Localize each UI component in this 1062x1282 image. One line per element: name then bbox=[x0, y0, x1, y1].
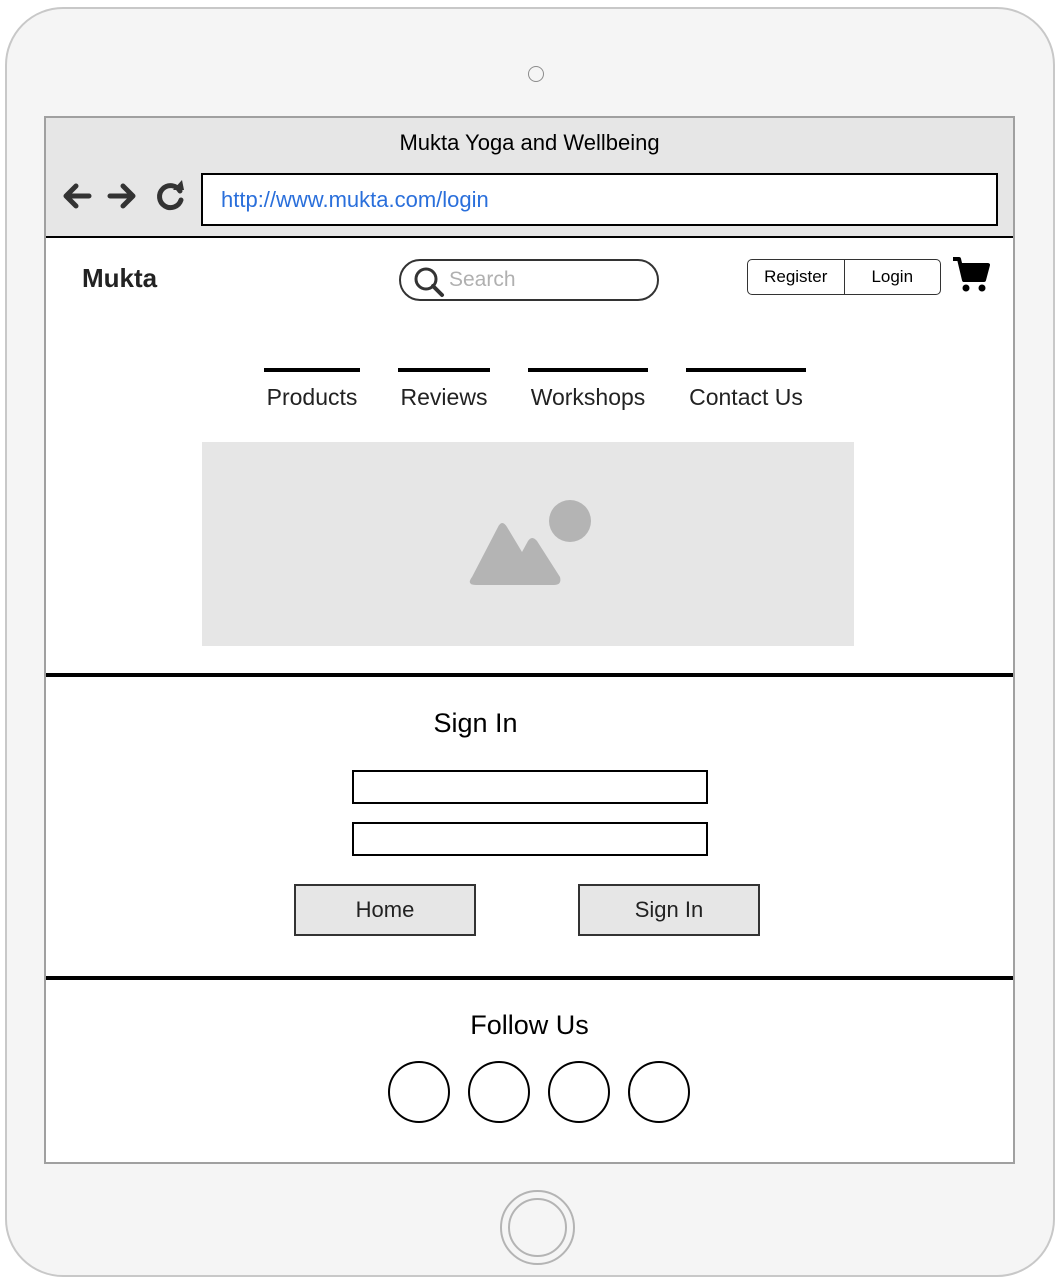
sign-in-button[interactable]: Sign In bbox=[578, 884, 760, 936]
social-link-4[interactable] bbox=[628, 1061, 690, 1123]
main-nav: Products Reviews Workshops Contact Us bbox=[46, 368, 1013, 418]
address-bar[interactable]: http://www.mukta.com/login bbox=[201, 173, 998, 226]
search-input[interactable] bbox=[449, 267, 644, 293]
brand-logo[interactable]: Mukta bbox=[82, 263, 157, 294]
tab-workshops[interactable]: Workshops bbox=[528, 368, 648, 411]
search-bar[interactable] bbox=[399, 259, 659, 301]
forward-arrow-icon[interactable] bbox=[105, 178, 141, 214]
back-arrow-icon[interactable] bbox=[58, 178, 94, 214]
signin-title: Sign In bbox=[433, 708, 518, 738]
search-icon bbox=[414, 267, 444, 297]
image-placeholder-icon bbox=[469, 500, 591, 585]
register-button[interactable]: Register bbox=[748, 260, 844, 294]
auth-button-group: Register Login bbox=[747, 259, 941, 295]
social-link-2[interactable] bbox=[468, 1061, 530, 1123]
tab-reviews[interactable]: Reviews bbox=[398, 368, 490, 411]
tab-products[interactable]: Products bbox=[264, 368, 360, 411]
hero-image-placeholder bbox=[202, 442, 854, 646]
social-link-1[interactable] bbox=[388, 1061, 450, 1123]
section-divider bbox=[46, 976, 1013, 980]
browser-chrome: Mukta Yoga and Wellbeing http://www.mukt… bbox=[46, 118, 1013, 238]
window-title: Mukta Yoga and Wellbeing bbox=[399, 130, 660, 155]
browser-window: Mukta Yoga and Wellbeing http://www.mukt… bbox=[44, 116, 1015, 1164]
home-hardware-button[interactable] bbox=[500, 1190, 575, 1265]
follow-us-title: Follow Us bbox=[470, 1010, 589, 1040]
section-divider bbox=[46, 673, 1013, 677]
camera-dot bbox=[528, 66, 544, 82]
reload-icon[interactable] bbox=[153, 178, 189, 214]
login-button[interactable]: Login bbox=[843, 260, 941, 294]
password-field[interactable] bbox=[352, 822, 708, 856]
home-button[interactable]: Home bbox=[294, 884, 476, 936]
tab-contact-us[interactable]: Contact Us bbox=[686, 368, 806, 411]
url-text: http://www.mukta.com/login bbox=[221, 187, 489, 212]
shopping-cart-icon[interactable] bbox=[951, 254, 991, 294]
username-field[interactable] bbox=[352, 770, 708, 804]
social-link-3[interactable] bbox=[548, 1061, 610, 1123]
